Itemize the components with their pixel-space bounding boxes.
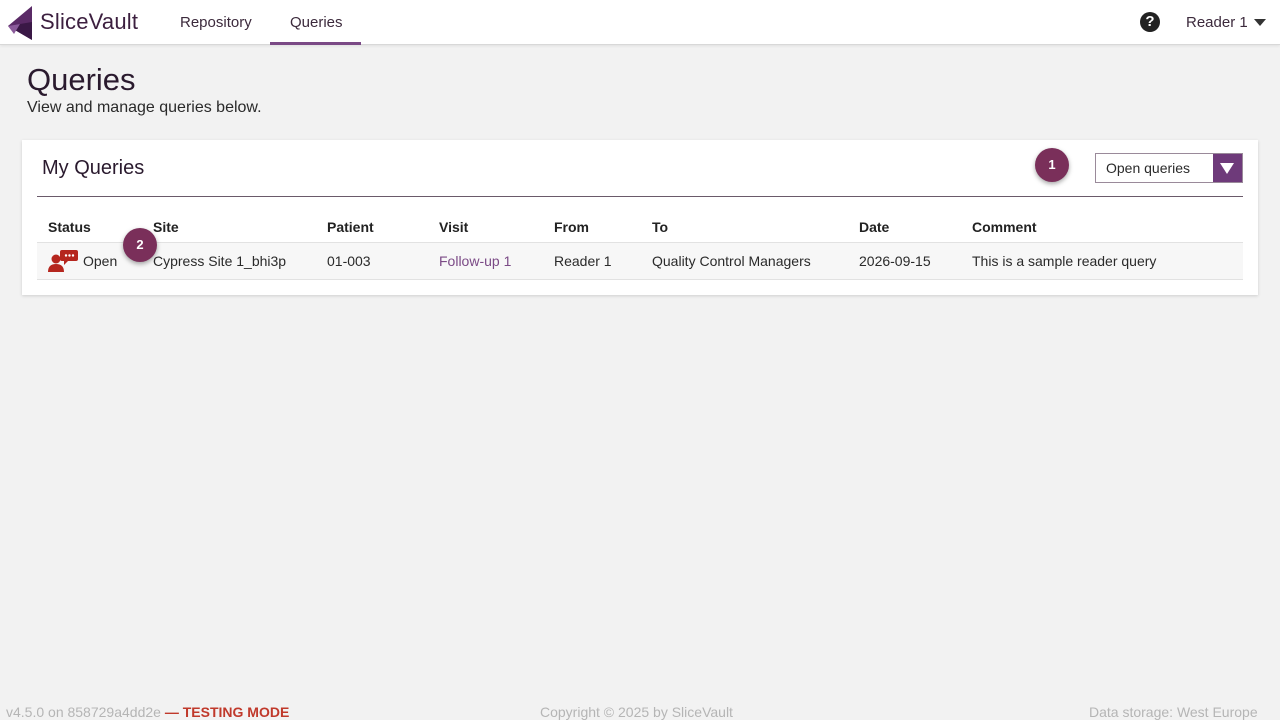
brand-name[interactable]: SliceVault — [40, 9, 138, 35]
step-badge-1: 1 — [1035, 148, 1069, 182]
testing-mode-label: — TESTING MODE — [164, 704, 290, 720]
footer-version: v4.5.0 on 858729a4dd2e — TESTING MODE — [6, 704, 289, 720]
nav-item-queries[interactable]: Queries — [270, 0, 361, 45]
footer-data-storage: Data storage: West Europe — [1089, 704, 1258, 720]
footer-copyright: Copyright © 2025 by SliceVault — [540, 704, 733, 720]
col-header-site[interactable]: Site — [153, 219, 179, 235]
cell-date: 2026-09-15 — [859, 253, 931, 269]
card-title: My Queries — [42, 157, 145, 179]
page-title: Queries — [27, 62, 136, 97]
version-text: v4.5.0 on 858729a4dd2e — [6, 704, 161, 720]
open-query-icon — [48, 250, 78, 272]
page-subtitle: View and manage queries below. — [27, 99, 262, 116]
cell-patient: 01-003 — [327, 253, 371, 269]
cell-visit-link[interactable]: Follow-up 1 — [439, 253, 511, 269]
query-filter-select[interactable]: Open queries — [1095, 153, 1243, 183]
slicevault-logo-icon[interactable] — [4, 4, 36, 42]
col-header-from[interactable]: From — [554, 219, 589, 235]
cell-comment: This is a sample reader query — [972, 253, 1157, 269]
col-header-visit[interactable]: Visit — [439, 219, 468, 235]
nav-item-repository[interactable]: Repository — [160, 0, 272, 45]
top-navbar: SliceVault Repository Queries ? Reader 1 — [0, 0, 1280, 45]
col-header-comment[interactable]: Comment — [972, 219, 1037, 235]
user-menu[interactable]: Reader 1 — [1186, 0, 1248, 45]
help-icon[interactable]: ? — [1140, 12, 1160, 32]
cell-site: Cypress Site 1_bhi3p — [153, 253, 287, 269]
col-header-date[interactable]: Date — [859, 219, 889, 235]
query-filter-value: Open queries — [1106, 160, 1191, 176]
my-queries-card: My Queries 1 Open queries Status Site Pa… — [22, 140, 1258, 295]
col-header-to[interactable]: To — [652, 219, 668, 235]
col-header-patient[interactable]: Patient — [327, 219, 374, 235]
chevron-down-icon[interactable] — [1254, 19, 1266, 26]
card-divider — [37, 196, 1243, 197]
col-header-status[interactable]: Status — [48, 219, 91, 235]
cell-from: Reader 1 — [554, 253, 612, 269]
table-row-divider — [37, 279, 1243, 280]
step-badge-2: 2 — [123, 228, 157, 262]
cell-to: Quality Control Managers — [652, 253, 811, 269]
cell-status: Open — [83, 253, 118, 269]
dropdown-arrow-icon[interactable] — [1213, 154, 1242, 182]
